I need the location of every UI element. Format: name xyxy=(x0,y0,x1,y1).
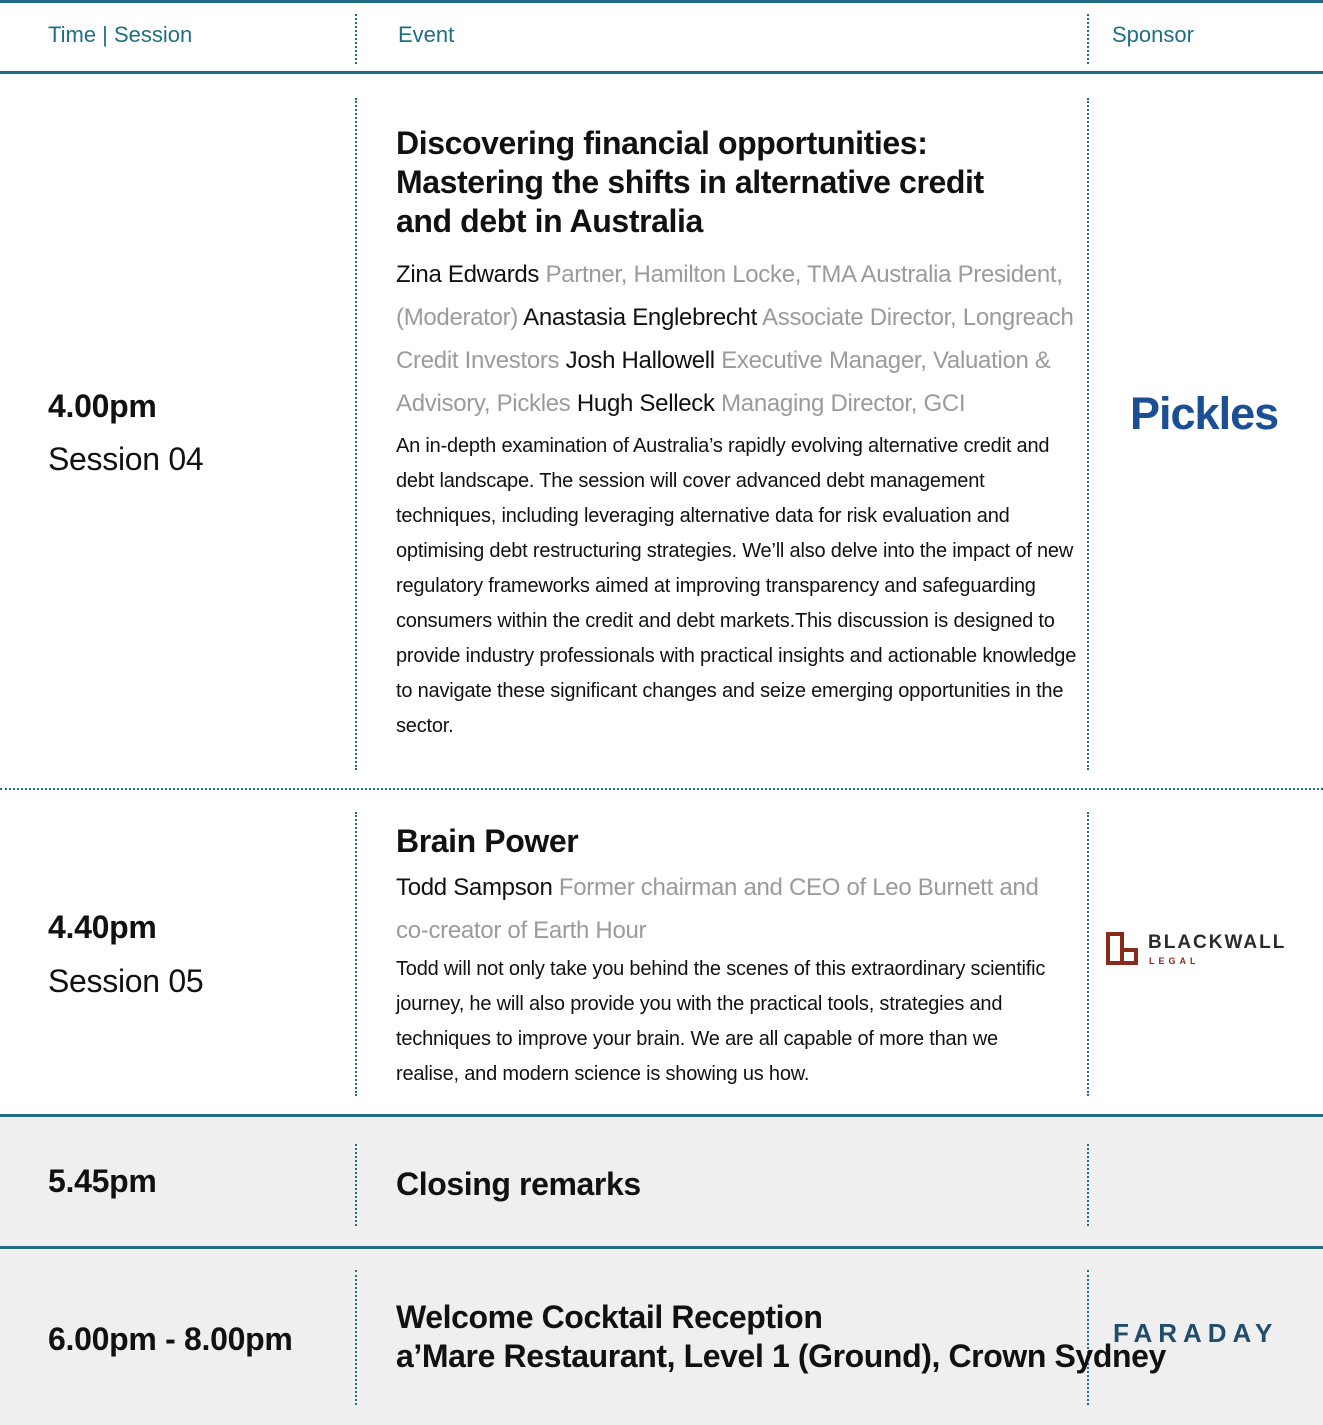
session-04-title-line: Discovering financial opportunities: xyxy=(396,125,928,161)
faraday-logo: FARADAY xyxy=(1113,1318,1279,1348)
closing-row-background xyxy=(0,1116,1323,1247)
row1-divider-right xyxy=(1087,98,1089,770)
row3-divider-left xyxy=(355,1144,357,1226)
row1-divider-left xyxy=(355,98,357,770)
session-04-label: Session 04 xyxy=(48,441,204,477)
reception-title: Welcome Cocktail Reception a’Mare Restau… xyxy=(396,1298,1166,1376)
session-05-title: Brain Power xyxy=(396,823,579,859)
closing-time: 5.45pm xyxy=(48,1163,157,1199)
row-separator-3 xyxy=(0,1246,1323,1249)
header-time-session: Time | Session xyxy=(48,22,193,47)
session-04-description: An in-depth examination of Australia’s r… xyxy=(396,435,1077,737)
row-separator-2 xyxy=(0,1114,1323,1117)
session-04-title: Discovering financial opportunities: Mas… xyxy=(396,124,984,241)
header-sponsor: Sponsor xyxy=(1112,22,1194,47)
header-top-rule xyxy=(0,0,1323,3)
closing-title: Closing remarks xyxy=(396,1166,641,1202)
reception-title-line: a’Mare Restaurant, Level 1 (Ground), Cro… xyxy=(396,1338,1166,1374)
session-05-label: Session 05 xyxy=(48,963,204,999)
session-04-time: 4.00pm xyxy=(48,388,157,424)
session-04-title-line: and debt in Australia xyxy=(396,203,703,239)
row3-divider-right xyxy=(1087,1144,1089,1226)
reception-time: 6.00pm - 8.00pm xyxy=(48,1321,293,1357)
blackwall-wordmark: BLACKWALL xyxy=(1148,932,1287,953)
session-05-description: Todd will not only take you behind the s… xyxy=(396,958,1046,1085)
row-separator-1 xyxy=(0,788,1323,790)
header-divider-right xyxy=(1087,14,1089,64)
row4-divider-left xyxy=(355,1270,357,1405)
header-event: Event xyxy=(398,22,455,47)
blackwall-logo-mark xyxy=(1106,932,1138,965)
speaker-role: Managing Director, GCI xyxy=(721,390,966,417)
session-05-time: 4.40pm xyxy=(48,909,157,945)
speaker-name: Anastasia Englebrecht xyxy=(523,304,757,331)
session-05-speakers: Todd Sampson Former chairman and CEO of … xyxy=(396,866,1076,952)
row2-divider-left xyxy=(355,812,357,1096)
session-04-title-line: Mastering the shifts in alternative cred… xyxy=(396,164,984,200)
header-divider-left xyxy=(355,14,357,64)
session-04-speakers: Zina Edwards Partner, Hamilton Locke, TM… xyxy=(396,253,1086,425)
pickles-logo: Pickles xyxy=(1130,388,1279,439)
row2-divider-right xyxy=(1087,812,1089,1096)
header-bottom-rule xyxy=(0,71,1323,74)
speaker-name: Hugh Selleck xyxy=(576,390,715,417)
speaker-name: Zina Edwards xyxy=(396,261,540,288)
reception-title-line: Welcome Cocktail Reception xyxy=(396,1299,823,1335)
speaker-name: Josh Hallowell xyxy=(565,347,716,374)
blackwall-legal-text: LEGAL xyxy=(1149,956,1200,966)
speaker-name: Todd Sampson xyxy=(396,874,553,901)
